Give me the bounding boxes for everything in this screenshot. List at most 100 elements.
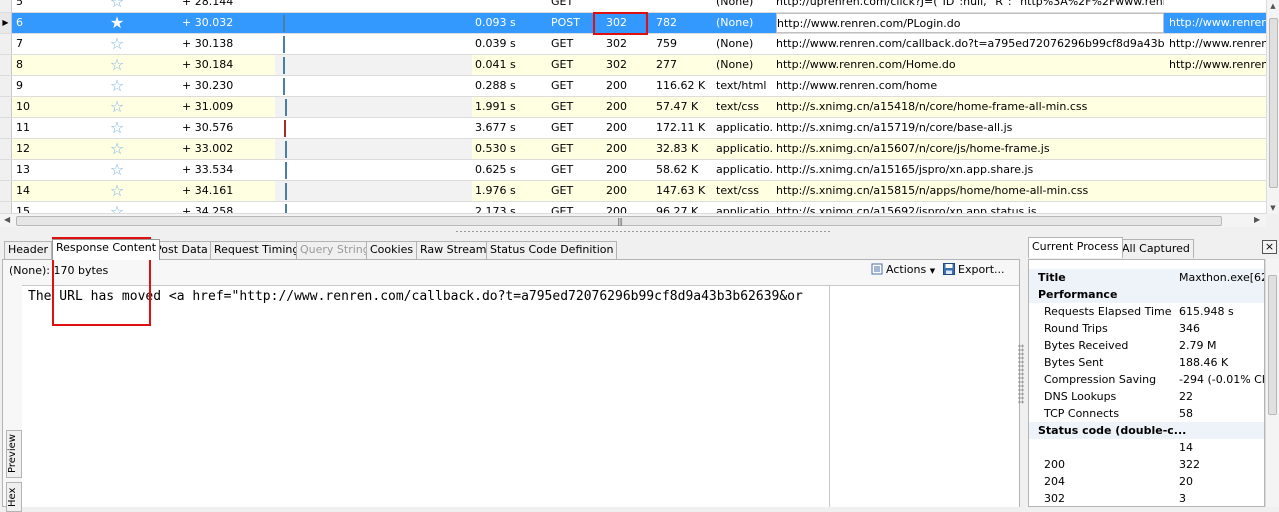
session-row[interactable]: ☆ 13 0.625 s GET 200 58.62 K applicatio... http… — [0, 160, 1266, 181]
stats-key: DNS Lookups — [1044, 390, 1117, 403]
close-icon[interactable]: × — [1262, 240, 1277, 254]
cell-time: + 28.144 — [182, 0, 234, 8]
cell-time: + 30.138 — [182, 37, 234, 50]
export-label: Export... — [958, 263, 1005, 276]
cell-type: (None) — [716, 0, 754, 8]
cell-duration: 0.288 s — [475, 79, 516, 92]
scroll-thumb[interactable] — [1269, 18, 1278, 188]
cell-status: 200 — [606, 142, 627, 155]
stats-section-header: Title Maxthon.exe[6264 — [1029, 269, 1264, 286]
side-tab-preview[interactable]: Preview — [6, 430, 22, 478]
stats-key: 302 — [1044, 492, 1065, 505]
response-text-area[interactable]: The URL has moved <a href="http://www.re… — [22, 285, 1019, 507]
grid-vertical-scrollbar[interactable]: ▲ ▼ — [1266, 0, 1279, 214]
cell-duration: 0.093 s — [475, 16, 516, 29]
tab-status-code-definition[interactable]: Status Code Definition — [486, 241, 618, 259]
star-icon[interactable]: ☆ — [107, 76, 127, 96]
star-icon[interactable]: ☆ — [107, 0, 127, 12]
tab-query-string[interactable]: Query String — [296, 241, 374, 259]
star-icon[interactable]: ☆ — [107, 139, 127, 159]
star-icon[interactable]: ☆ — [107, 160, 127, 180]
star-icon[interactable]: ☆ — [107, 34, 127, 54]
cell-type: text/css — [716, 184, 759, 197]
timeline-cell — [275, 13, 472, 33]
tab-all-captured[interactable]: All Captured — [1118, 239, 1194, 258]
cell-method: GET — [551, 37, 574, 50]
cell-url: http://s.xnimg.cn/a15607/n/core/js/home-… — [776, 142, 1050, 155]
session-row[interactable]: ☆ 11 3.677 s GET 200 172.11 K applicatio... htt… — [0, 118, 1266, 139]
cell-time: + 30.184 — [182, 58, 234, 71]
grid-horizontal-scrollbar[interactable]: ◀ ||| ▶ — [0, 213, 1266, 227]
session-row[interactable]: ☆ 14 1.976 s GET 200 147.63 K text/css http://s… — [0, 181, 1266, 202]
scroll-left-arrow-icon[interactable]: ◀ — [4, 215, 10, 224]
cell-url: http://s.xnimg.cn/a15815/n/apps/home/hom… — [776, 184, 1089, 197]
timeline-cell — [275, 34, 472, 54]
timeline-bar — [283, 15, 285, 32]
timeline-cell — [275, 55, 472, 75]
cell-size: 277 — [656, 58, 677, 71]
tab-cookies[interactable]: Cookies — [366, 241, 418, 259]
star-icon[interactable]: ☆ — [107, 97, 127, 117]
timeline-bar — [283, 78, 285, 95]
vertical-splitter-grip-icon[interactable] — [1018, 344, 1024, 404]
stats-value: 188.46 K — [1179, 356, 1229, 369]
cell-size: 782 — [656, 16, 677, 29]
tab-raw-stream[interactable]: Raw Stream — [416, 241, 491, 259]
scroll-thumb[interactable]: ||| — [16, 216, 1222, 226]
session-row[interactable]: ☆ 7 0.039 s GET 302 759 (None) http://www.renre… — [0, 34, 1266, 55]
cell-size: 116.62 K — [656, 79, 706, 92]
side-tab-hex[interactable]: Hex — [6, 482, 22, 512]
session-row[interactable]: ☆ 12 0.530 s GET 200 32.83 K applicatio... http… — [0, 139, 1266, 160]
session-row[interactable]: ☆ 10 1.991 s GET 200 57.47 K text/css http://s.… — [0, 97, 1266, 118]
response-content-panel: (None): 170 bytes Actions ▼ Export... Th… — [2, 259, 1020, 512]
cell-url: http://www.renren.com/Home.do — [776, 58, 956, 71]
star-icon[interactable]: ☆ — [107, 181, 127, 201]
row-indicator-icon: ▶ — [0, 13, 12, 33]
stats-section-header: Status code (double-c... — [1029, 422, 1264, 439]
tab-current-process[interactable]: Current Process — [1028, 237, 1123, 258]
star-icon[interactable]: ☆ — [107, 55, 127, 75]
scroll-up-arrow-icon[interactable]: ▲ — [1267, 2, 1279, 10]
cell-url: http://www.renren.com/PLogin.do — [776, 13, 1164, 33]
cell-size — [656, 0, 712, 12]
stats-key: Bytes Received — [1044, 339, 1129, 352]
export-button[interactable]: Export... — [943, 263, 1005, 276]
cell-size: 57.47 K — [656, 100, 699, 113]
tab-request-timing[interactable]: Request Timing — [210, 241, 304, 259]
cell-time: + 33.534 — [182, 163, 234, 176]
tab-header[interactable]: Header — [4, 241, 53, 259]
tab-post-data[interactable]: Post Data — [151, 241, 212, 259]
row-indicator-icon — [0, 0, 12, 12]
cell-num: 7 — [16, 37, 23, 50]
session-row[interactable]: ☆ 9 0.288 s GET 200 116.62 K text/html http://w… — [0, 76, 1266, 97]
cell-time: + 34.161 — [182, 184, 234, 197]
star-icon[interactable]: ☆ — [107, 118, 127, 138]
session-row[interactable]: ☆ 8 0.041 s GET 302 277 (None) http://www.renre… — [0, 55, 1266, 76]
cell-method: GET — [551, 121, 574, 134]
timeline-cell — [275, 181, 472, 201]
cell-referer — [1169, 97, 1266, 117]
stats-row: DNS Lookups 22 — [1029, 388, 1264, 405]
cell-method: GET — [551, 184, 574, 197]
stats-row: Compression Saving -294 (-0.01% Chu — [1029, 371, 1264, 388]
row-indicator-icon — [0, 34, 12, 54]
cell-time: + 30.032 — [182, 16, 234, 29]
timeline-cell — [275, 0, 472, 12]
cell-type: (None) — [716, 58, 754, 71]
horizontal-splitter[interactable] — [0, 227, 1279, 236]
star-icon[interactable]: ★ — [107, 13, 127, 33]
scroll-right-arrow-icon[interactable]: ▶ — [1254, 215, 1260, 224]
stats-key: Status code (double-c... — [1038, 424, 1187, 437]
tab-response-content[interactable]: Response Content — [52, 239, 161, 260]
cell-time: + 33.002 — [182, 142, 234, 155]
stats-value: 22 — [1179, 390, 1193, 403]
cell-type: (None) — [716, 37, 754, 50]
scroll-thumb[interactable] — [1268, 275, 1277, 415]
scroll-down-arrow-icon[interactable]: ▼ — [1267, 204, 1279, 212]
stats-row: 204 20 — [1029, 473, 1264, 490]
stats-key: TCP Connects — [1044, 407, 1120, 420]
cell-url: http://www.renren.com/home — [776, 79, 938, 92]
stats-value: Maxthon.exe[6264 — [1179, 271, 1264, 284]
stats-vertical-scrollbar[interactable] — [1265, 259, 1279, 507]
actions-menu-button[interactable]: Actions ▼ — [871, 263, 935, 276]
